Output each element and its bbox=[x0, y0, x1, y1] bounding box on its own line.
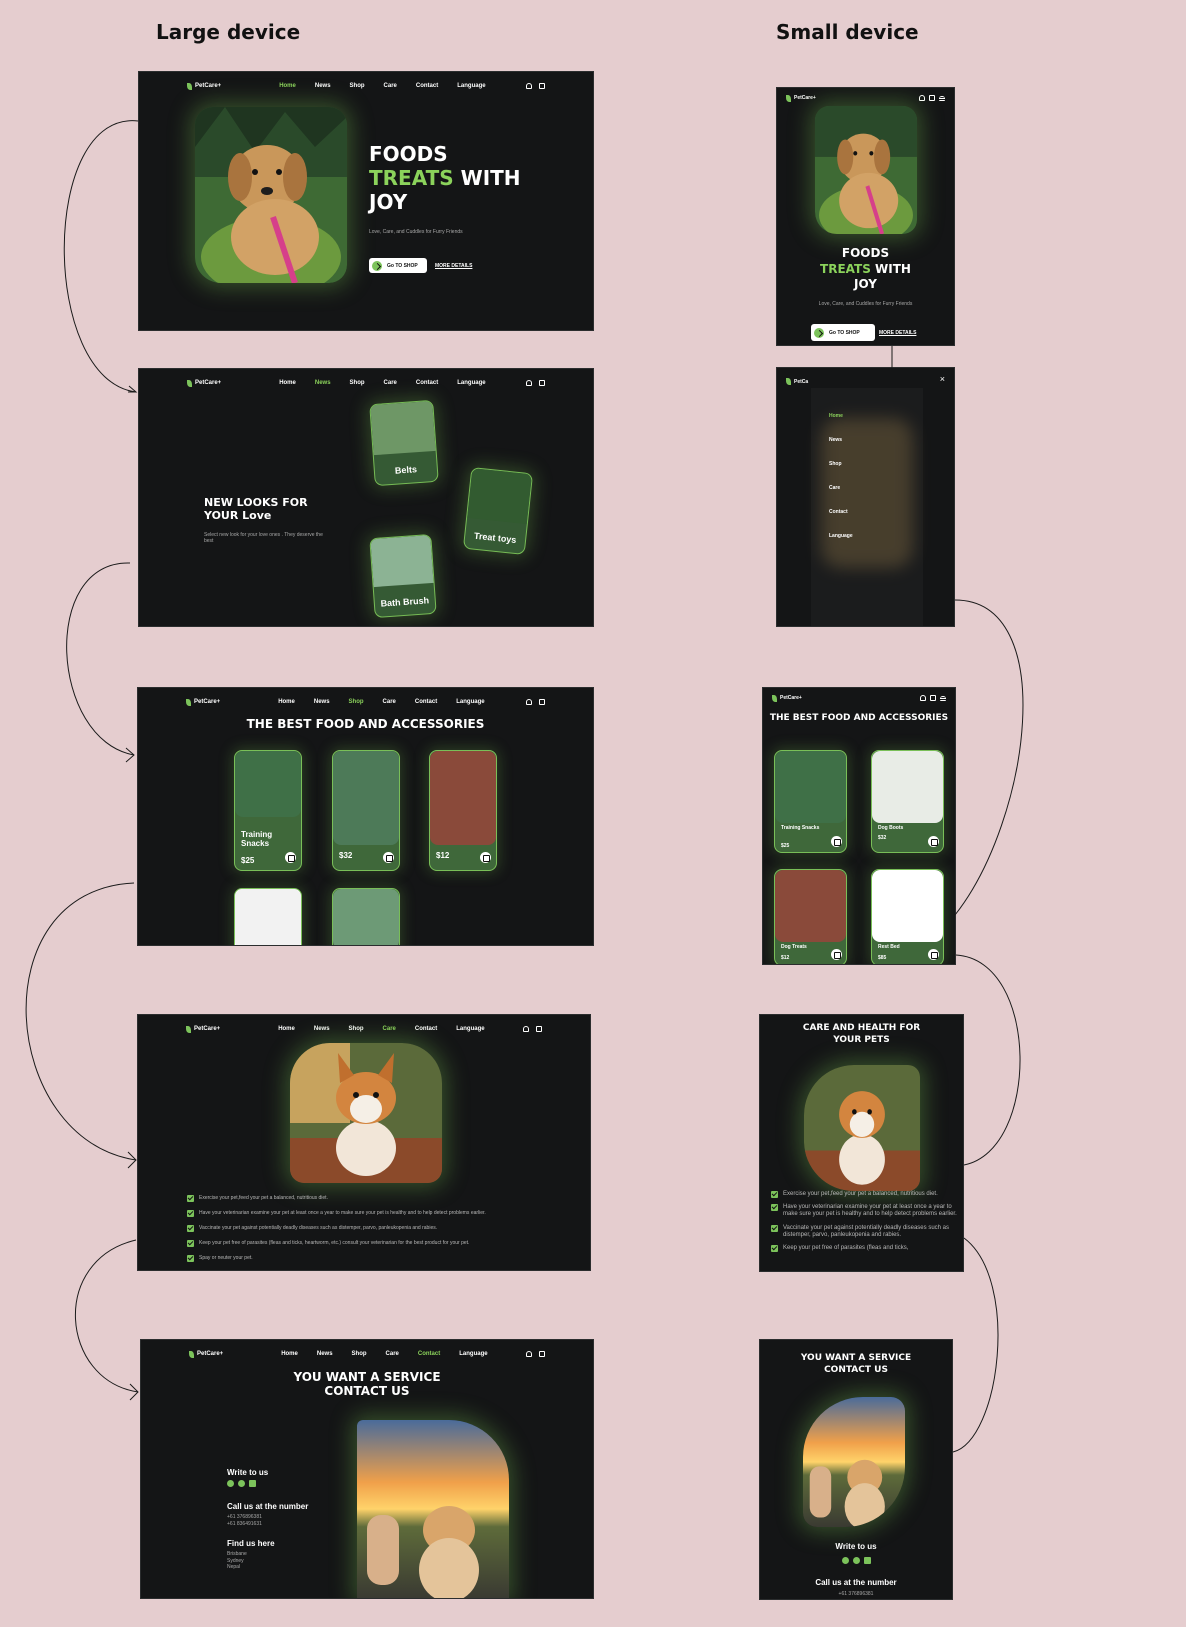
arrow-shop-to-care bbox=[25, 882, 137, 1161]
arrow-small-menu-to-shop bbox=[954, 599, 1024, 916]
arrow-small-care-to-contact bbox=[952, 1237, 999, 1453]
flow-arrows bbox=[25, 120, 1024, 1453]
arrow-hero-to-news bbox=[63, 120, 139, 393]
arrow-news-to-shop bbox=[66, 562, 135, 756]
arrow-small-shop-to-care bbox=[955, 954, 1021, 1166]
arrow-care-to-contact bbox=[74, 1239, 139, 1393]
